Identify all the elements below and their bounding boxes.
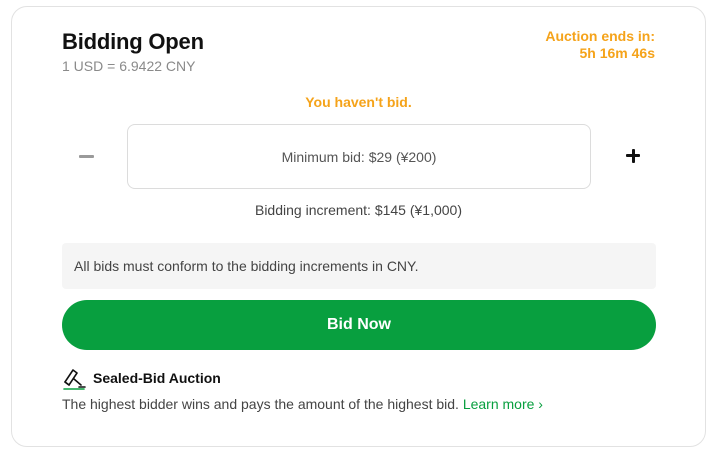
gavel-icon <box>63 369 86 390</box>
bid-status: You haven't bid. <box>305 94 412 110</box>
sealed-bid-description-text: The highest bidder wins and pays the amo… <box>62 396 459 412</box>
page-title: Bidding Open <box>62 29 204 54</box>
sealed-bid-description: The highest bidder wins and pays the amo… <box>62 396 543 412</box>
decrease-bid-button[interactable] <box>71 141 101 171</box>
bidding-increment: Bidding increment: $145 (¥1,000) <box>254 202 463 218</box>
learn-more-link[interactable]: Learn more › <box>463 396 543 412</box>
bid-amount-input[interactable] <box>127 124 591 189</box>
minus-icon <box>78 154 94 158</box>
auction-ends-label: Auction ends in: <box>545 28 655 44</box>
bidding-card: Bidding Open 1 USD = 6.9422 CNY Auction … <box>11 6 706 447</box>
auction-countdown: 5h 16m 46s <box>579 45 656 61</box>
increment-notice: All bids must conform to the bidding inc… <box>62 243 656 289</box>
exchange-rate: 1 USD = 6.9422 CNY <box>62 58 196 74</box>
increase-bid-button[interactable] <box>618 141 648 171</box>
sealed-bid-title: Sealed-Bid Auction <box>93 370 221 386</box>
bid-now-button[interactable]: Bid Now <box>62 300 656 350</box>
